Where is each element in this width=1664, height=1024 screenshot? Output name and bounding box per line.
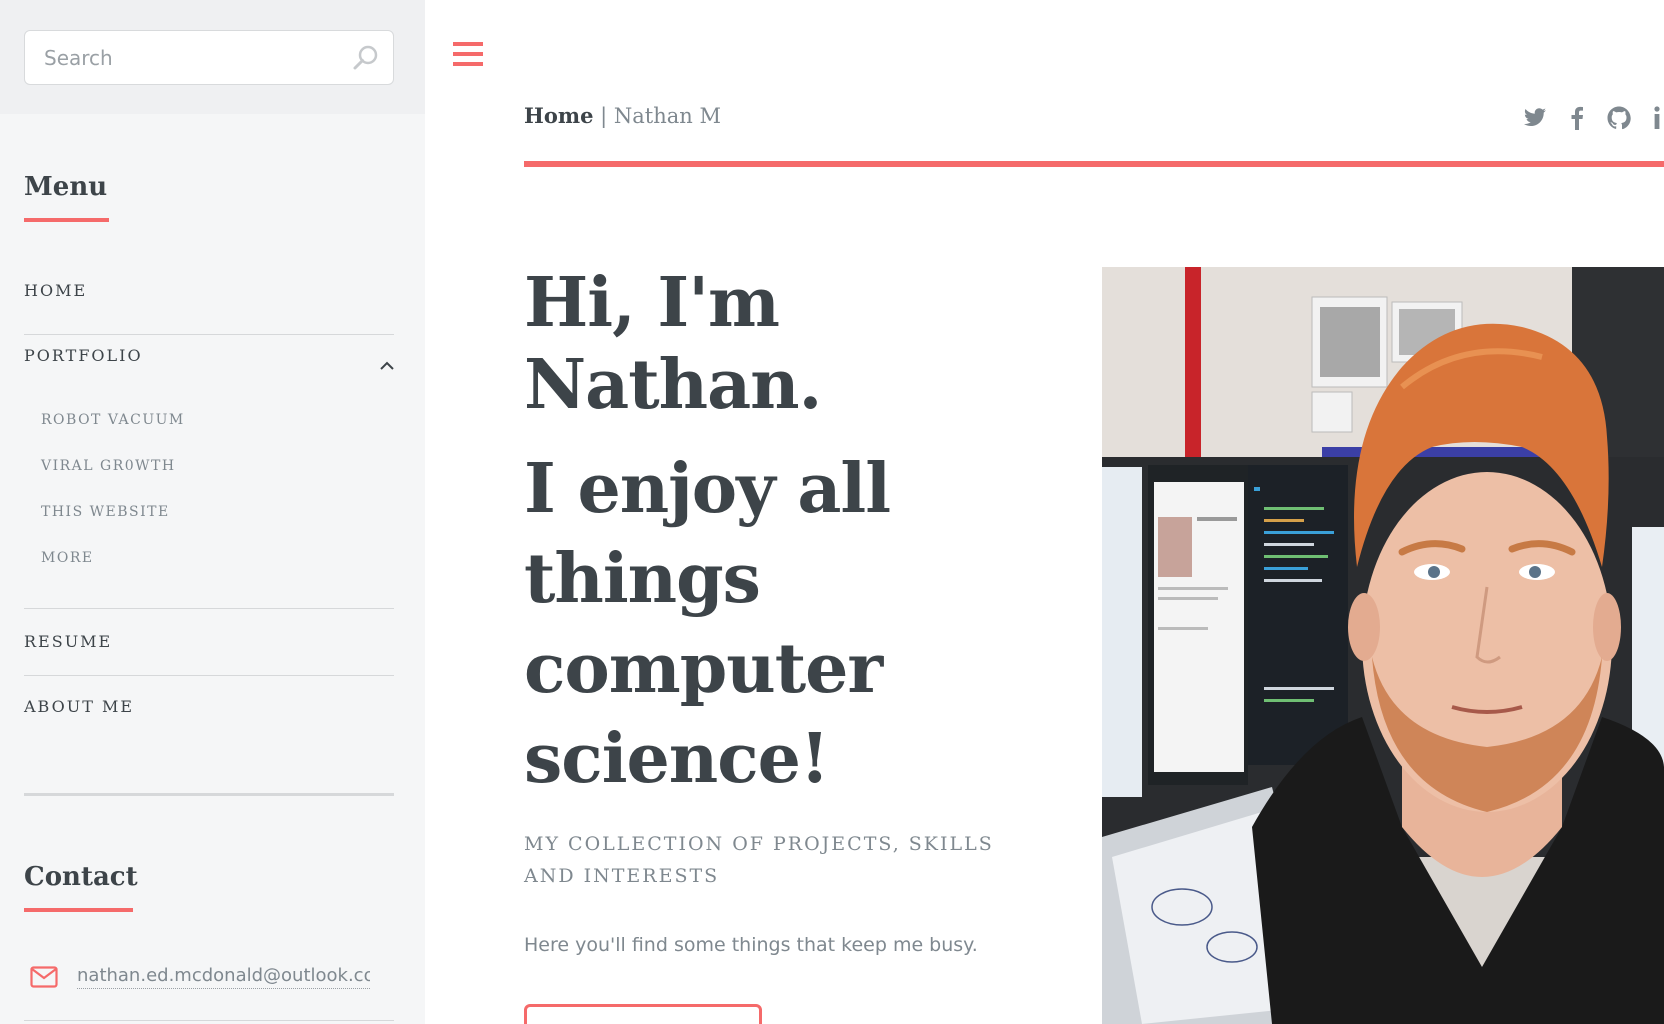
contact-heading-underline (24, 908, 133, 912)
hero-subtitle: MY COLLECTION OF PROJECTS, SKILLS AND IN… (524, 833, 994, 887)
hero-title-secondary: I enjoy all things computer science! (524, 449, 891, 799)
sidebar-subitem-this-website[interactable]: THIS WEBSITE (41, 504, 170, 520)
section-divider (24, 793, 394, 796)
profile-photo (1102, 267, 1664, 1024)
breadcrumb-current: Nathan M (613, 104, 721, 128)
twitter-icon[interactable] (1523, 108, 1547, 128)
menu-heading-underline (24, 218, 109, 222)
sidebar-subitem-robot-vacuum[interactable]: ROBOT VACUUM (41, 412, 185, 428)
menu-divider (24, 608, 394, 609)
search-input[interactable] (25, 31, 393, 84)
facebook-icon[interactable] (1571, 106, 1583, 130)
chevron-up-icon[interactable] (379, 361, 395, 371)
contact-heading: Contact (24, 862, 138, 892)
breadcrumb: Home | Nathan M (524, 103, 721, 128)
breadcrumb-home-link[interactable]: Home (524, 103, 593, 128)
sidebar: Menu HOME PORTFOLIO ROBOT VACUUM VIRAL G… (0, 0, 425, 1024)
search-section (0, 0, 425, 114)
menu-divider (24, 1020, 394, 1021)
sidebar-item-resume[interactable]: RESUME (24, 632, 394, 651)
sidebar-item-portfolio[interactable]: PORTFOLIO (24, 346, 394, 365)
info-icon[interactable] (1653, 106, 1661, 130)
menu-divider (24, 334, 394, 335)
sidebar-item-about-me[interactable]: ABOUT ME (24, 697, 394, 716)
breadcrumb-separator: | (600, 104, 608, 128)
sidebar-subitem-more[interactable]: MORE (41, 550, 94, 566)
search-icon[interactable] (351, 43, 381, 73)
envelope-icon (30, 966, 58, 988)
header-divider (524, 161, 1664, 167)
hamburger-icon[interactable] (453, 40, 483, 68)
hero-cta-button[interactable] (524, 1004, 762, 1024)
menu-divider (24, 675, 394, 676)
github-icon[interactable] (1607, 106, 1631, 130)
main-content: Home | Nathan M Hi, I'm Nathan. I enjoy … (425, 0, 1664, 1024)
search-box (24, 30, 394, 85)
social-icons (1523, 106, 1664, 132)
sidebar-item-home[interactable]: HOME (24, 281, 394, 300)
hero-description: Here you'll find some things that keep m… (524, 934, 978, 956)
contact-email-link[interactable]: nathan.ed.mcdonald@outlook.com (77, 964, 370, 989)
hero-title: Hi, I'm Nathan. (524, 263, 822, 425)
sidebar-subitem-viral-growth[interactable]: VIRAL GR0WTH (41, 458, 176, 474)
menu-heading: Menu (24, 172, 108, 202)
